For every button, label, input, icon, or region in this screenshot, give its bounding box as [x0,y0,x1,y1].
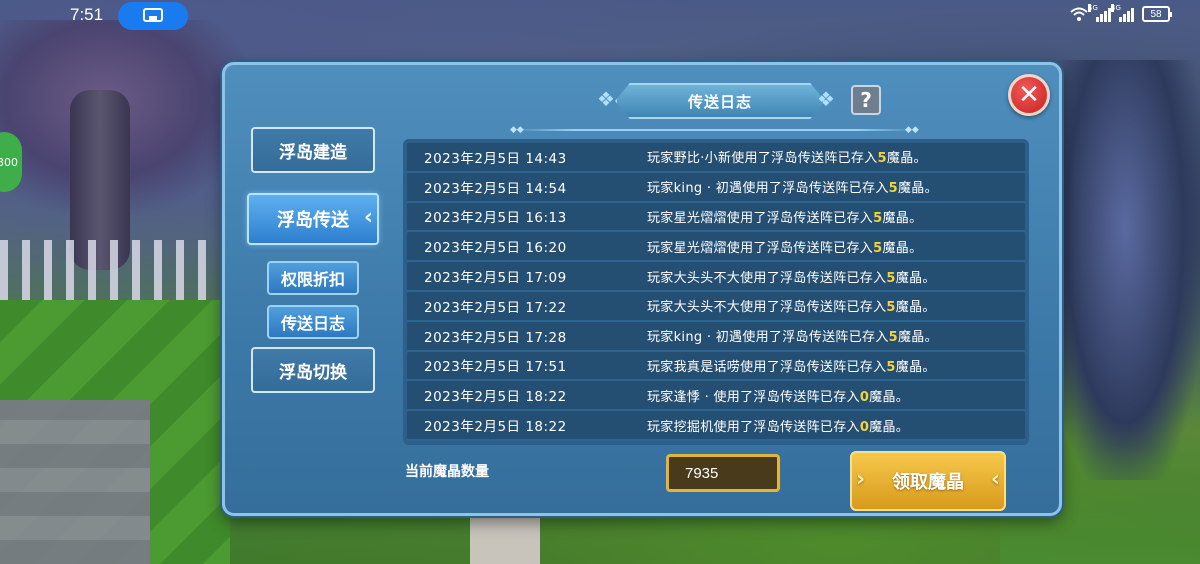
log-message: 玩家king · 初遇使用了浮岛传送阵已存入5魔晶。 [647,326,938,345]
log-row: 2023年2月5日 17:28 玩家king · 初遇使用了浮岛传送阵已存入5魔晶… [407,321,1025,352]
log-message-text: 玩家星光熠熠使用了浮岛传送阵已存入 [647,240,874,256]
log-amount: 5 [886,300,896,316]
log-date: 2023年2月5日 17:09 [424,270,567,287]
background-tree-canopy [0,20,260,220]
log-amount: 0 [859,419,870,435]
background-character-figure [1050,60,1200,480]
log-amount: 5 [888,330,898,346]
crystal-count-value: 7935 [666,454,780,492]
log-message: 玩家挖掘机使用了浮岛传送阵已存入0魔晶。 [647,416,909,435]
signal-icon: 4G [1111,4,1134,22]
log-date: 2023年2月5日 17:51 [424,359,567,376]
help-button[interactable]: ? [851,85,881,115]
nav-island-teleport[interactable]: 浮岛传送 [247,193,379,245]
log-message: 玩家大头头不大使用了浮岛传送阵已存入5魔晶。 [647,296,936,315]
log-amount: 0 [859,389,870,405]
log-row: 2023年2月5日 18:22 玩家逢悸 · 使用了浮岛传送阵已存入0魔晶。 [407,381,1025,412]
log-message: 玩家逢悸 · 使用了浮岛传送阵已存入0魔晶。 [647,386,909,405]
background-fence [0,240,220,300]
log-amount: 5 [886,359,896,375]
log-row: 2023年2月5日 14:43 玩家野比·小新使用了浮岛传送阵已存入5魔晶。 [407,143,1025,173]
log-date: 2023年2月5日 16:13 [424,210,567,227]
log-message-suffix: 魔晶。 [886,151,927,167]
log-message-text: 玩家king · 初遇使用了浮岛传送阵已存入 [647,330,889,346]
log-message-suffix: 魔晶。 [895,270,936,286]
log-message-suffix: 魔晶。 [869,419,910,435]
nav-island-switch[interactable]: 浮岛切换 [251,347,375,393]
log-row: 2023年2月5日 16:20 玩家星光熠熠使用了浮岛传送阵已存入5魔晶。 [407,232,1025,263]
log-row: 2023年2月5日 17:09 玩家大头头不大使用了浮岛传送阵已存入5魔晶。 [407,262,1025,292]
title-ornament-icon: ❖ [597,87,615,111]
log-message: 玩家星光熠熠使用了浮岛传送阵已存入5魔晶。 [647,237,922,256]
log-row: 2023年2月5日 17:51 玩家我真是话唠使用了浮岛传送阵已存入5魔晶。 [407,351,1025,382]
teleport-log-list[interactable]: 2023年2月5日 14:43 玩家野比·小新使用了浮岛传送阵已存入5魔晶。 202… [403,139,1029,445]
signal-icon: 4G [1088,4,1111,22]
log-message-text: 玩家大头头不大使用了浮岛传送阵已存入 [647,270,887,286]
close-button[interactable]: ✕ [1008,74,1050,116]
log-row: 2023年2月5日 14:54 玩家king · 初遇使用了浮岛传送阵已存入5魔晶… [407,172,1025,203]
teleport-log-dialog: ❖ 传送日志 ❖ ? ✕ ◆◆ ◆◆ 浮岛建造 浮岛传送 权限折扣 传送日志 浮… [222,62,1062,516]
dialog-title-banner: 传送日志 [615,83,825,119]
background-stone-wall [0,400,150,564]
log-date: 2023年2月5日 17:22 [424,299,567,316]
log-message: 玩家野比·小新使用了浮岛传送阵已存入5魔晶。 [647,147,927,166]
log-message-suffix: 魔晶。 [869,389,910,405]
log-message: 玩家我真是话唠使用了浮岛传送阵已存入5魔晶。 [647,356,936,375]
log-date: 2023年2月5日 17:28 [424,329,567,346]
log-message: 玩家星光熠熠使用了浮岛传送阵已存入5魔晶。 [647,207,922,226]
log-amount: 5 [877,151,887,167]
side-level-badge[interactable]: 1300 [0,132,22,192]
log-message-text: 玩家挖掘机使用了浮岛传送阵已存入 [647,419,860,435]
nav-permission-discount[interactable]: 权限折扣 [267,261,359,295]
log-message-text: 玩家野比·小新使用了浮岛传送阵已存入 [647,151,878,167]
log-amount: 5 [888,181,898,197]
battery-icon: 58 [1142,6,1172,22]
log-message-text: 玩家大头头不大使用了浮岛传送阵已存入 [647,300,887,316]
log-date: 2023年2月5日 16:20 [424,240,567,257]
claim-crystal-button[interactable]: 领取魔晶 [850,451,1006,511]
status-bar: 7:51 4G 4G 58 [0,0,1200,32]
log-date: 2023年2月5日 14:43 [424,150,567,167]
log-message-suffix: 魔晶。 [898,330,938,346]
log-message: 玩家大头头不大使用了浮岛传送阵已存入5魔晶。 [647,267,936,286]
divider-ornament-icon: ◆◆ [905,125,919,135]
nav-teleport-log[interactable]: 传送日志 [267,305,359,339]
crystal-count-label: 当前魔晶数量 [405,464,489,480]
screen-cast-icon [143,8,163,22]
status-time: 7:51 [70,5,104,24]
log-message-text: 玩家星光熠熠使用了浮岛传送阵已存入 [647,210,874,226]
question-icon: ? [860,88,872,112]
log-row: 2023年2月5日 16:13 玩家星光熠熠使用了浮岛传送阵已存入5魔晶。 [407,202,1025,233]
dialog-title: 传送日志 [687,92,752,111]
nav-island-build[interactable]: 浮岛建造 [251,127,375,173]
log-message: 玩家king · 初遇使用了浮岛传送阵已存入5魔晶。 [647,177,938,196]
log-message-suffix: 魔晶。 [898,181,938,197]
title-divider [515,129,915,131]
wifi-icon [1070,7,1088,21]
log-date: 2023年2月5日 14:54 [424,180,567,197]
log-date: 2023年2月5日 18:22 [424,389,567,406]
log-message-text: 玩家king · 初遇使用了浮岛传送阵已存入 [647,181,889,197]
log-date: 2023年2月5日 18:22 [424,419,567,436]
log-row: 2023年2月5日 18:22 玩家挖掘机使用了浮岛传送阵已存入0魔晶。 [407,411,1025,441]
close-icon: ✕ [1018,80,1040,110]
log-message-suffix: 魔晶。 [895,359,936,375]
status-icons: 4G 4G 58 [1070,4,1172,22]
log-message-suffix: 魔晶。 [895,300,936,316]
title-ornament-icon: ❖ [817,87,835,111]
log-amount: 5 [886,270,896,286]
log-message-suffix: 魔晶。 [882,210,923,226]
log-message-text: 玩家我真是话唠使用了浮岛传送阵已存入 [647,359,887,375]
screen-cast-button[interactable] [118,2,188,30]
log-message-text: 玩家逢悸 · 使用了浮岛传送阵已存入 [647,389,860,405]
log-row: 2023年2月5日 17:22 玩家大头头不大使用了浮岛传送阵已存入5魔晶。 [407,291,1025,322]
log-message-suffix: 魔晶。 [882,240,923,256]
